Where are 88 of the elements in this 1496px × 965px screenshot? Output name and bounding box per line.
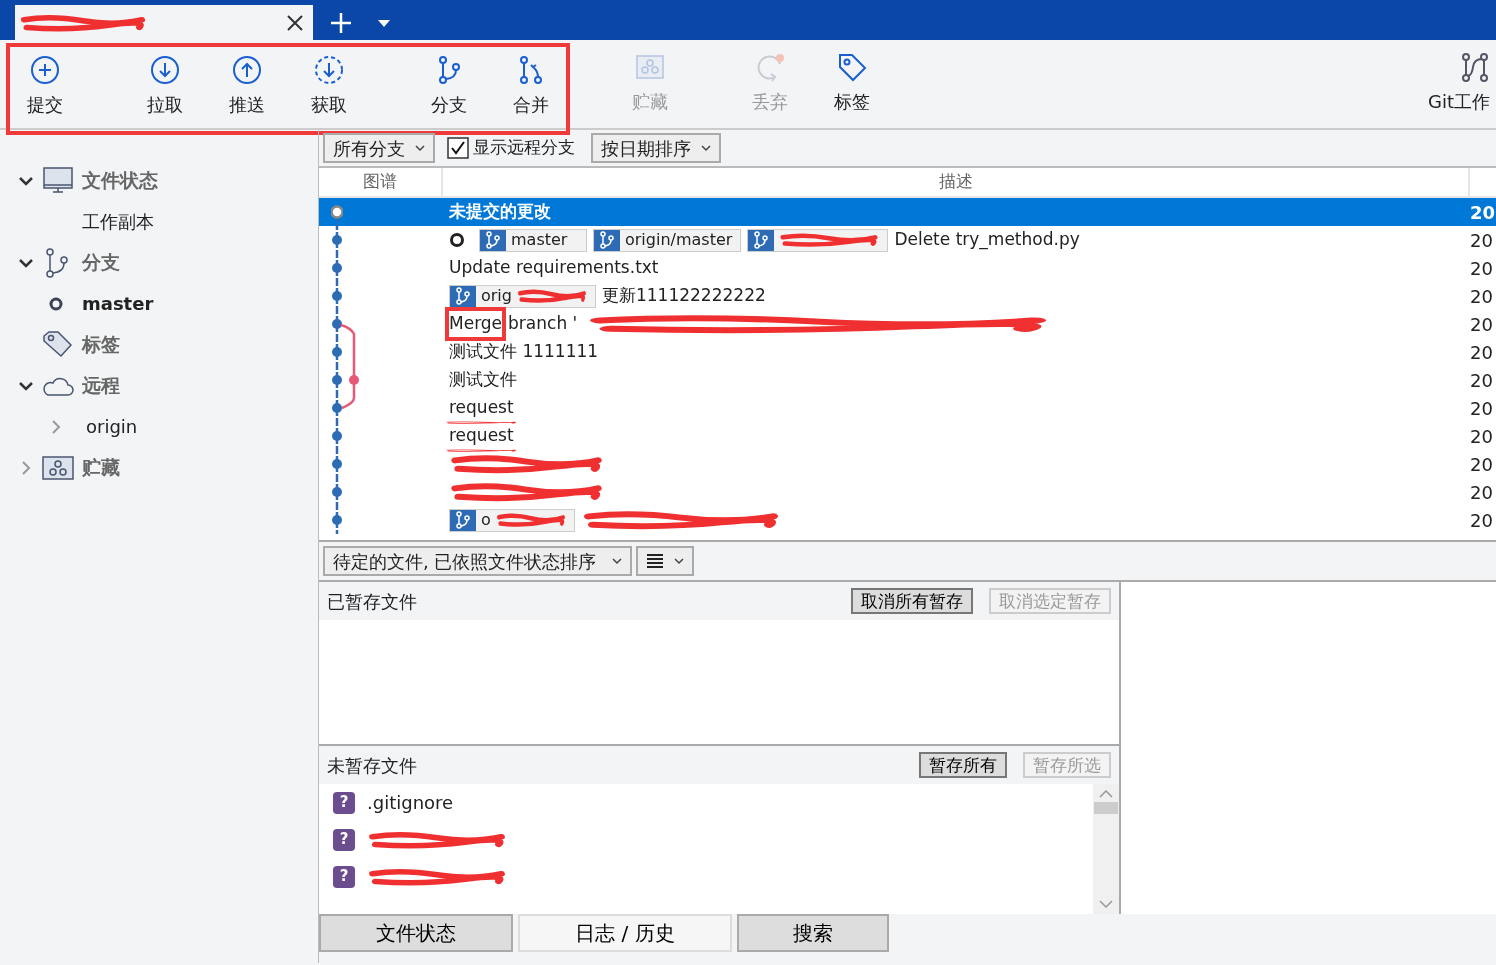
toolbar-button[interactable]: 推送: [212, 47, 282, 131]
date-cell-text: 20: [1470, 396, 1494, 421]
sidebar-item[interactable]: origin: [0, 406, 318, 447]
caret-icon: [674, 557, 685, 565]
sort-dropdown[interactable]: 按日期排序: [591, 133, 721, 163]
caret-icon: [612, 557, 623, 565]
discard-icon: [755, 52, 785, 82]
sidebar-section[interactable]: 贮藏: [0, 447, 318, 488]
view-tab[interactable]: 日志 / 历史: [518, 914, 732, 952]
sidebar-section[interactable]: 标签: [0, 324, 318, 365]
column-header[interactable]: 图谱: [319, 168, 443, 196]
close-icon[interactable]: [285, 12, 305, 33]
toolbar-button[interactable]: 提交: [10, 47, 80, 131]
date-cell-text: 20: [1470, 228, 1494, 253]
branch-icon: [455, 511, 471, 529]
fetch-icon: [314, 55, 344, 85]
date-cell-text: 20: [1470, 340, 1494, 365]
date-cell-text: 20: [1470, 424, 1494, 449]
sidebar-section[interactable]: 远程: [0, 365, 318, 406]
view-tab[interactable]: 搜索: [737, 914, 889, 952]
scrollbar-thumb[interactable]: [1094, 802, 1118, 814]
sidebar-item[interactable]: 工作副本: [0, 201, 318, 242]
tag-icon: [837, 52, 867, 82]
commit-message: 更新111122222222: [601, 284, 766, 308]
branch-icon: [455, 287, 471, 305]
sidebar-section[interactable]: 文件状态: [0, 160, 318, 201]
file-name[interactable]: .gitignore: [367, 789, 454, 816]
view-tab[interactable]: 文件状态: [319, 914, 513, 952]
add-tab-icon[interactable]: [329, 10, 353, 35]
commit-message: request: [449, 424, 514, 448]
redaction-scribble: [516, 287, 587, 305]
date-cell-text: 20: [1470, 256, 1494, 281]
toolbar-button[interactable]: 合并: [496, 47, 566, 131]
section-title: 已暂存文件: [327, 589, 417, 614]
untracked-status-icon: ?: [333, 865, 355, 888]
branch-label[interactable]: master: [479, 228, 587, 252]
sidebar-item[interactable]: master: [0, 283, 318, 324]
commit-message: 未提交的更改: [449, 200, 551, 224]
scrollbar[interactable]: [1093, 784, 1119, 914]
view-mode-dropdown[interactable]: [636, 546, 695, 576]
branch-icon: [753, 231, 770, 249]
show-remote-checkbox[interactable]: 显示远程分支: [447, 135, 575, 161]
branch-label[interactable]: [747, 228, 889, 252]
branch-icon: [485, 231, 501, 249]
toolbar-button[interactable]: 分支: [414, 47, 484, 131]
stage-button[interactable]: 暂存所有: [919, 752, 1007, 778]
file-sort-dropdown[interactable]: 待定的文件, 已依照文件状态排序: [323, 546, 633, 576]
stash-icon: [635, 52, 665, 82]
list-icon: [646, 552, 665, 570]
commit-message: request: [449, 396, 514, 420]
download-icon: [150, 55, 180, 85]
caret-icon: [701, 144, 711, 152]
untracked-status-icon: ?: [333, 791, 355, 814]
branch-label[interactable]: origin/master: [593, 228, 742, 252]
untracked-status-icon: ?: [333, 828, 355, 851]
column-header[interactable]: 描述: [443, 168, 1470, 196]
plus-icon: [30, 55, 60, 85]
branch-icon: [599, 231, 615, 249]
branch-label[interactable]: o: [449, 508, 575, 532]
branch-label[interactable]: orig: [449, 284, 596, 308]
date-cell-text: 20: [1470, 284, 1494, 309]
date-cell-text: 20: [1470, 312, 1494, 337]
dropdown-caret-icon[interactable]: [377, 17, 391, 28]
date-cell-text: 20: [1470, 508, 1494, 533]
section-title: 未暂存文件: [327, 753, 417, 778]
commit-message: 测试文件 1111111: [449, 340, 599, 364]
redaction-scribble: [495, 511, 566, 529]
stage-button[interactable]: 取消所有暂存: [851, 588, 973, 614]
commit-message: Update requirements.txt: [449, 256, 659, 280]
commit-message: branch ': [508, 312, 578, 336]
date-cell-text: 20: [1470, 368, 1494, 393]
toolbar-button[interactable]: 获取: [294, 47, 364, 131]
toolbar-button[interactable]: 拉取: [130, 47, 200, 131]
date-cell-text: 20: [1470, 480, 1494, 505]
tag-icon: [42, 329, 74, 360]
commit-message: Delete try_method.py: [894, 228, 1080, 252]
toolbar-button[interactable]: 标签: [817, 44, 887, 128]
date-cell-text: 20: [1470, 200, 1496, 225]
commit-message: 测试文件: [449, 368, 517, 392]
upload-icon: [232, 55, 262, 85]
toolbar-button[interactable]: Git工作: [1428, 44, 1490, 128]
branch-filter-dropdown[interactable]: 所有分支: [323, 133, 435, 163]
document-tab[interactable]: [15, 5, 313, 40]
git-flow-icon: [1460, 52, 1490, 82]
sidebar-section[interactable]: 分支: [0, 242, 318, 283]
date-cell-text: 20: [1470, 452, 1494, 477]
monitor-icon: [42, 165, 74, 196]
caret-icon: [415, 144, 425, 152]
